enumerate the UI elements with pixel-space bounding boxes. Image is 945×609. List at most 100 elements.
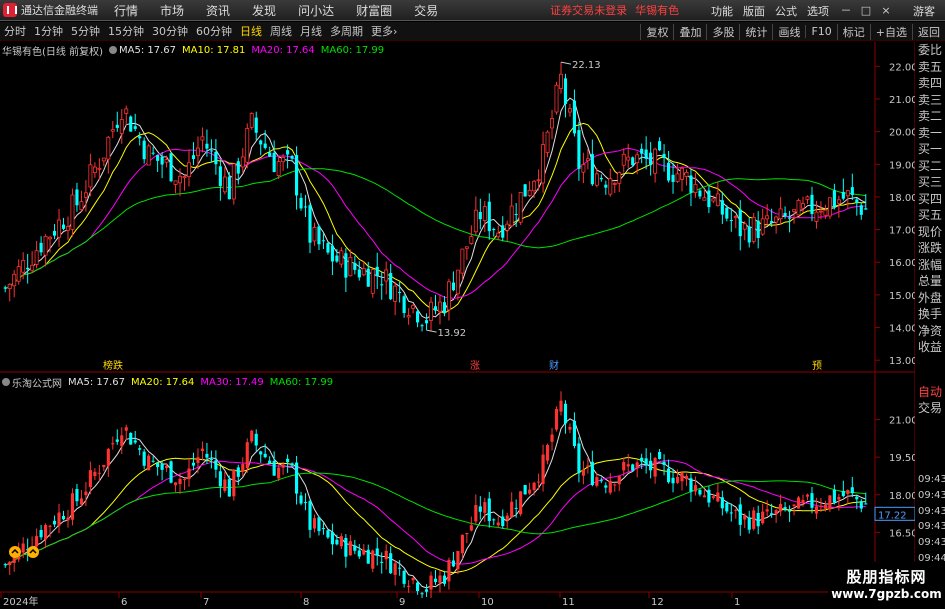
xaxis-label: 7	[203, 597, 209, 608]
side-item[interactable]: 买一	[918, 141, 945, 158]
menu-item-wealth[interactable]: 财富圈	[356, 2, 392, 19]
main-candle-body	[545, 131, 550, 153]
xaxis-label: 2024年	[3, 595, 38, 608]
side-item[interactable]: 总量	[918, 273, 945, 290]
main-candle-body	[231, 163, 236, 200]
period-tab-1min[interactable]: 1分钟	[30, 23, 67, 39]
side-item[interactable]: 买二	[918, 158, 945, 175]
close-icon[interactable]: ×	[879, 4, 893, 18]
adjust-button[interactable]: 复权	[640, 23, 673, 40]
sub-candle-body	[8, 561, 12, 566]
sub-candle-body	[528, 489, 532, 494]
side-item[interactable]: 买三	[918, 174, 945, 191]
sub-candle-body	[106, 448, 110, 466]
main-candle-body	[57, 219, 61, 238]
period-tab-30min[interactable]: 30分钟	[148, 23, 192, 39]
tick-time: 09:43	[918, 505, 945, 517]
side-item[interactable]: 卖一	[918, 125, 945, 142]
main-candle-body	[585, 158, 590, 162]
draw-line-button[interactable]: 画线	[772, 23, 805, 40]
sub-candle-body	[537, 481, 541, 483]
sub-candle-body	[178, 478, 182, 484]
period-tab-weekly[interactable]: 周线	[266, 23, 296, 39]
login-status[interactable]: 证券交易未登录	[550, 2, 627, 18]
main-candle-body	[182, 176, 187, 178]
sub-candle-body	[48, 525, 52, 527]
period-tab-daily[interactable]: 日线	[236, 23, 266, 39]
menu-item-formula[interactable]: 公式	[775, 3, 797, 19]
f10-button[interactable]: F10	[805, 25, 836, 38]
mark-button[interactable]: 标记	[836, 23, 870, 40]
side-item[interactable]: 换手	[918, 306, 945, 323]
sub-legend-ma20: MA20: 17.64	[131, 376, 195, 388]
menu-item-ask[interactable]: 问小达	[298, 2, 334, 19]
minimize-icon[interactable]: －	[839, 4, 853, 18]
overlay-button[interactable]: 叠加	[673, 23, 706, 40]
side-item[interactable]: 涨幅	[918, 257, 945, 274]
menu-item-market[interactable]: 市场	[160, 2, 184, 19]
side-item[interactable]: 买四	[918, 191, 945, 208]
menu-item-trade[interactable]: 交易	[414, 2, 438, 19]
main-candle-body	[845, 190, 850, 197]
period-tab-timeshare[interactable]: 分时	[0, 23, 30, 39]
menu-item-function[interactable]: 功能	[711, 3, 733, 19]
period-tab-more[interactable]: 更多›	[367, 23, 401, 39]
sub-candle-body	[97, 472, 101, 474]
side-item[interactable]: 卖四	[918, 75, 945, 92]
sub-legend-ma5: MA5: 17.67	[68, 376, 126, 388]
main-candle-body	[317, 226, 321, 245]
back-button[interactable]: 返回	[912, 23, 945, 40]
main-candle-body	[259, 140, 263, 145]
period-tab-60min[interactable]: 60分钟	[192, 23, 236, 39]
main-candle-body	[590, 154, 594, 185]
period-tab-15min[interactable]: 15分钟	[104, 23, 148, 39]
side-item[interactable]: 买五	[918, 207, 945, 224]
legend-ma10: MA10: 17.81	[182, 44, 246, 56]
sub-candle-body	[281, 464, 285, 468]
tick-time: 09:43	[918, 474, 945, 485]
sub-candle-body	[783, 507, 787, 510]
side-item[interactable]: 卖五	[918, 59, 945, 76]
menu-item-quotes[interactable]: 行情	[114, 2, 138, 19]
restore-icon[interactable]: □	[859, 4, 873, 18]
buy-signal-icon	[27, 546, 39, 558]
multi-stock-button[interactable]: 多股	[706, 23, 739, 40]
sub-candle-body	[738, 504, 742, 525]
add-watchlist-button[interactable]: +自选	[869, 23, 912, 40]
sub-candle-body	[801, 499, 805, 504]
sub-legend-toggle-icon[interactable]	[2, 378, 10, 386]
sub-candle-body	[375, 548, 379, 556]
menu-item-discover[interactable]: 发现	[252, 2, 276, 19]
sub-candle-body	[3, 564, 7, 566]
sub-candle-body	[263, 453, 267, 458]
main-candle-body	[464, 246, 469, 249]
side-tab-trade[interactable]: 交易	[918, 400, 945, 416]
stats-button[interactable]: 统计	[739, 23, 772, 40]
sub-candle-body	[227, 479, 231, 497]
menu-item-news[interactable]: 资讯	[206, 2, 230, 19]
legend-toggle-icon[interactable]	[108, 46, 117, 54]
side-item[interactable]: 外盘	[918, 290, 945, 307]
sub-candle-body	[653, 458, 657, 477]
side-item[interactable]: 收益	[918, 339, 945, 356]
side-item[interactable]: 卖二	[918, 108, 945, 125]
period-tab-5min[interactable]: 5分钟	[67, 23, 104, 39]
side-item[interactable]: 现价	[918, 224, 945, 241]
menu-item-options[interactable]: 选项	[807, 3, 829, 19]
side-item[interactable]: 卖三	[918, 92, 945, 109]
main-candle-body	[514, 214, 518, 216]
period-tab-multi[interactable]: 多周期	[326, 23, 367, 39]
guest-user[interactable]: 游客	[913, 3, 935, 19]
sub-chart-legend: 乐淘公式网 MA5: 17.67 MA20: 17.64 MA30: 17.49…	[2, 375, 339, 390]
menu-item-layout[interactable]: 版面	[743, 3, 765, 19]
side-item[interactable]: 净资	[918, 323, 945, 340]
side-item[interactable]: 涨跌	[918, 240, 945, 257]
kline-chart-svg[interactable]: 22.00 21.00 20.00 19.00 18.00 17.00 16.00 15.00…	[0, 42, 918, 609]
main-candle-body	[707, 190, 711, 208]
sub-candle-body	[689, 478, 693, 492]
side-tab-auto[interactable]: 自动	[918, 384, 945, 400]
sub-candle-body	[93, 471, 97, 477]
kline-chart-area[interactable]: 22.00 21.00 20.00 19.00 18.00 17.00 16.00 15.00…	[0, 42, 918, 609]
period-tab-monthly[interactable]: 月线	[296, 23, 326, 39]
side-item[interactable]: 委比	[918, 42, 945, 59]
